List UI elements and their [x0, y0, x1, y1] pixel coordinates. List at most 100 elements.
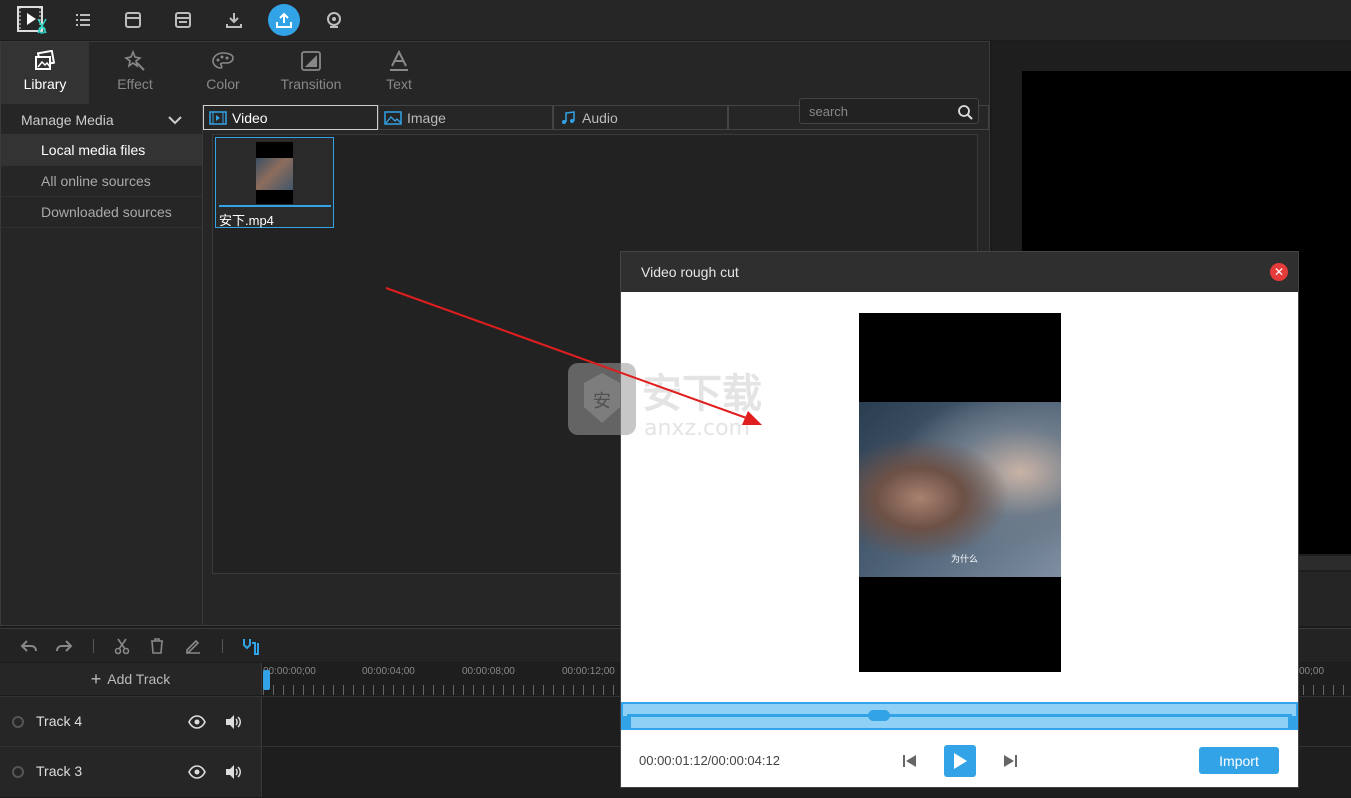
- add-track-label: Add Track: [107, 671, 171, 687]
- media-item-name: 安下.mp4: [219, 213, 274, 228]
- tab-video-label: Video: [232, 109, 268, 126]
- menu-icon[interactable]: [67, 4, 99, 36]
- sidebar-item-downloaded[interactable]: Downloaded sources: [1, 197, 202, 228]
- ruler-label: 00;00: [1299, 666, 1325, 677]
- export-icon[interactable]: [268, 4, 300, 36]
- manage-media-label: Manage Media: [21, 111, 114, 128]
- logo-icon: [17, 6, 47, 34]
- volume-icon[interactable]: [224, 713, 242, 731]
- new-project-icon[interactable]: [117, 4, 149, 36]
- record-icon[interactable]: [318, 4, 350, 36]
- track-dot-icon[interactable]: [12, 766, 24, 778]
- eye-icon[interactable]: [188, 763, 206, 781]
- media-sidebar: Manage Media Local media files All onlin…: [1, 105, 203, 625]
- delete-icon[interactable]: [148, 637, 166, 655]
- search-input[interactable]: search: [799, 98, 979, 124]
- video-subtitle: 为什么: [951, 554, 979, 564]
- ruler-label: 00:00:08;00: [462, 666, 515, 677]
- tab-effect-label: Effect: [117, 76, 153, 92]
- import-label: Import: [1219, 752, 1259, 769]
- video-icon: [209, 110, 227, 125]
- thumbnail-progress: [219, 205, 331, 207]
- tab-library[interactable]: Library: [1, 42, 89, 104]
- video-editor-window: Library Effect Color Transition Text Man…: [0, 0, 1351, 798]
- play-button[interactable]: [944, 745, 976, 777]
- trim-slider[interactable]: [621, 702, 1298, 730]
- color-palette-icon: [212, 52, 234, 69]
- text-icon: [390, 50, 408, 71]
- watermark-en: anxz.com: [644, 416, 750, 440]
- media-item[interactable]: 安下.mp4: [215, 137, 334, 228]
- snap-icon[interactable]: [242, 637, 260, 655]
- panel-tabs: Library Effect Color Transition Text: [1, 42, 989, 104]
- tab-color[interactable]: Color: [179, 42, 267, 104]
- track-name: Track 3: [36, 763, 83, 779]
- image-icon: [384, 110, 402, 125]
- tab-video[interactable]: Video: [203, 105, 378, 130]
- trim-track: [627, 714, 1292, 717]
- tab-audio[interactable]: Audio: [553, 105, 728, 130]
- time-readout: 00:00:01:12/00:00:04:12: [639, 753, 780, 768]
- import-button[interactable]: Import: [1199, 747, 1279, 774]
- sidebar-item-online[interactable]: All online sources: [1, 166, 202, 197]
- tab-library-label: Library: [23, 76, 67, 92]
- video-frame: 为什么: [859, 402, 1061, 577]
- music-note-icon: [562, 110, 575, 124]
- tab-effect[interactable]: Effect: [91, 42, 179, 104]
- video-rough-cut-dialog: Video rough cut ✕ 为什么 00:00:01:12/00:00:…: [620, 251, 1299, 788]
- cut-icon[interactable]: [113, 637, 131, 655]
- save-icon[interactable]: [167, 4, 199, 36]
- trim-start-handle[interactable]: [623, 716, 631, 728]
- edit-icon[interactable]: [184, 637, 202, 655]
- play-icon: [954, 753, 967, 769]
- ruler-label: 00:00:04;00: [362, 666, 415, 677]
- library-icon: [35, 50, 56, 70]
- dialog-video-preview: 为什么: [859, 313, 1061, 672]
- skip-back-icon[interactable]: [901, 752, 919, 770]
- undo-icon[interactable]: [20, 637, 38, 655]
- tab-text-label: Text: [386, 76, 412, 92]
- plus-icon: +: [90, 668, 102, 689]
- sidebar-item-label: Downloaded sources: [41, 204, 172, 220]
- sidebar-item-label: All online sources: [41, 173, 151, 189]
- close-icon[interactable]: ✕: [1270, 263, 1288, 281]
- sidebar-item-local[interactable]: Local media files: [1, 135, 202, 166]
- svg-text:安: 安: [593, 391, 611, 412]
- add-track-button[interactable]: + Add Track: [0, 663, 262, 695]
- transition-icon: [301, 51, 321, 71]
- eye-icon[interactable]: [188, 713, 206, 731]
- track-header: Track 3: [0, 747, 262, 797]
- search-icon[interactable]: [957, 104, 973, 120]
- watermark-cn: 安下载: [642, 371, 762, 417]
- tab-image[interactable]: Image: [378, 105, 553, 130]
- effect-icon: [124, 50, 145, 71]
- manage-media-header[interactable]: Manage Media: [1, 105, 202, 135]
- search-placeholder: search: [809, 103, 849, 119]
- watermark: 安 安下载 anxz.com: [568, 363, 762, 440]
- tab-text[interactable]: Text: [355, 42, 443, 104]
- sidebar-item-label: Local media files: [41, 142, 146, 158]
- track-header: Track 4: [0, 697, 262, 747]
- tab-transition[interactable]: Transition: [267, 42, 355, 104]
- dialog-header: Video rough cut ✕: [621, 252, 1298, 292]
- download-icon[interactable]: [218, 4, 250, 36]
- ruler-label: 00:00:00;00: [263, 666, 316, 677]
- playhead-handle[interactable]: [263, 670, 270, 690]
- video-thumbnail: [256, 142, 293, 204]
- tab-audio-label: Audio: [582, 109, 618, 126]
- tab-color-label: Color: [206, 76, 240, 92]
- redo-icon[interactable]: [55, 637, 73, 655]
- top-toolbar: [0, 0, 1351, 40]
- skip-forward-icon[interactable]: [1001, 752, 1019, 770]
- chevron-down-icon: [168, 115, 182, 124]
- volume-icon[interactable]: [224, 763, 242, 781]
- track-dot-icon[interactable]: [12, 716, 24, 728]
- ruler-label: 00:00:12;00: [562, 666, 615, 677]
- trim-playhead[interactable]: [868, 710, 890, 721]
- track-name: Track 4: [36, 713, 83, 729]
- trim-end-handle[interactable]: [1288, 716, 1296, 728]
- tab-image-label: Image: [407, 109, 446, 126]
- tab-transition-label: Transition: [280, 76, 342, 92]
- dialog-title: Video rough cut: [641, 264, 739, 280]
- toolbar-divider: [93, 639, 94, 653]
